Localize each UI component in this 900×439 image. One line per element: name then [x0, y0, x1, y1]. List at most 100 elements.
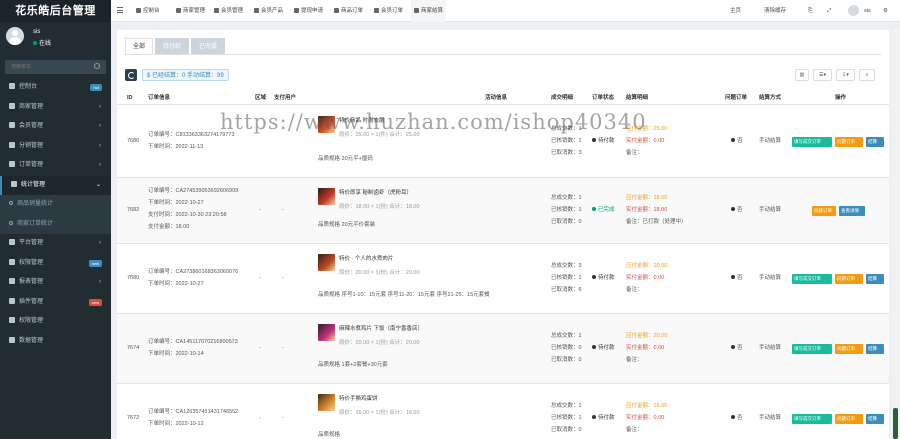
menu-badge: new [88, 298, 102, 306]
sidebar-item-5[interactable]: 统计管理 ⌄ [0, 175, 111, 195]
tab-2[interactable]: 已完成 [191, 38, 225, 54]
top-nav-label: 会员订单 [381, 8, 404, 14]
sidebar-item-12[interactable]: 权限管理 [0, 312, 111, 332]
order-id: 7680 [127, 275, 140, 281]
column-header-9[interactable]: 结算方式 [759, 91, 781, 105]
search-icon[interactable] [94, 63, 100, 69]
column-header-8[interactable]: 问题订单 [725, 91, 747, 105]
action-button-2[interactable]: 结算 [866, 273, 884, 284]
action-button-0[interactable]: 问题订单 [812, 205, 836, 216]
menu-icon [9, 317, 15, 323]
order-status-label: 待付款 [598, 345, 615, 351]
sidebar-item-2[interactable]: 会员管理 ‹ [0, 117, 111, 137]
sidebar-item-0[interactable]: 控制台 hot [0, 78, 111, 98]
sidebar-item-8[interactable]: 平台管理 ‹ [0, 234, 111, 254]
top-nav-item-5[interactable]: 商品订单 [331, 0, 366, 22]
action-button-1[interactable]: 问题订单 [835, 343, 863, 354]
sidebar-item-10[interactable]: 报表管理 ‹ [0, 273, 111, 293]
action-button-0[interactable]: 填写成交订单 [792, 343, 832, 354]
user-panel: sis 在线 [0, 22, 111, 57]
columns-toggle-button[interactable]: ▥ [795, 69, 809, 81]
chevron-icon: ‹ [99, 279, 101, 285]
action-button-1[interactable]: 问题订单 [835, 136, 863, 147]
sidebar-item-label: 控制台 [19, 84, 38, 90]
refresh-button[interactable] [125, 69, 137, 81]
settle-summary-button[interactable]: $ 已经结算：0 手动结算：99 [142, 69, 229, 81]
goods-name[interactable]: 特价手撕鸡蛋饼 [339, 394, 378, 402]
top-nav-item-4[interactable]: 提现申请 [291, 0, 326, 22]
order-id: 7672 [127, 415, 140, 421]
action-button-2[interactable]: 结算 [866, 413, 884, 424]
page-scrollbar[interactable] [892, 30, 900, 439]
tab-0[interactable]: 全部 [125, 38, 153, 54]
fullscreen-icon[interactable]: ⤢ [827, 0, 831, 22]
sidebar-item-1[interactable]: 商家管理 ‹ [0, 98, 111, 118]
action-button-1[interactable]: 查看详情 [839, 205, 865, 216]
action-button-0[interactable]: 填写成交订单 [792, 273, 832, 284]
hamburger-menu-icon[interactable] [117, 7, 123, 13]
menu-icon [9, 278, 15, 284]
order-time: 下单时间：2022-11-13 [148, 144, 204, 150]
sidebar-item-13[interactable]: 数据管理 [0, 332, 111, 352]
action-button-2[interactable]: 结算 [866, 136, 884, 147]
column-header-3[interactable]: 支付用户 [274, 91, 296, 105]
language-icon[interactable]: ⎘ [808, 0, 812, 22]
goods-thumbnail[interactable] [318, 254, 335, 271]
column-header-4[interactable]: 活动信息 [485, 91, 507, 105]
column-header-7[interactable]: 结算明细 [626, 91, 648, 105]
top-nav-item-3[interactable]: 会员产品 [251, 0, 286, 22]
top-navbar: 控制台 商家管理 会员管理 会员产品 提现申请 商品订单 会员订单 商家结算 主页 清除缓存 ⎘ ⤢ s… [111, 0, 900, 22]
user-status: 在线 [33, 38, 51, 47]
scrollbar-thumb[interactable] [893, 408, 898, 439]
app-title[interactable]: 花乐皓后台管理 [0, 0, 111, 22]
top-nav-item-1[interactable]: 商家管理 [173, 0, 208, 22]
sidebar-item-3[interactable]: 分销管理 ‹ [0, 137, 111, 157]
column-header-5[interactable]: 成交明细 [551, 91, 573, 105]
goods-thumbnail[interactable] [318, 394, 335, 411]
order-status: 待付款 [592, 343, 615, 354]
sidebar-item-9[interactable]: 权限管理 new [0, 254, 111, 274]
menu-badge: new [88, 259, 102, 267]
region-value: - [259, 275, 261, 281]
action-button-1[interactable]: 问题订单 [835, 273, 863, 284]
action-button-0[interactable]: 填写成交订单 [792, 413, 832, 424]
top-nav-right-1[interactable]: 清除缓存 [764, 0, 786, 22]
goods-name[interactable]: 麻辣水煮鸡片 下饭（南宁香香店） [339, 324, 423, 332]
top-user-name[interactable]: sis [864, 0, 871, 22]
sidebar-item-11[interactable]: 插件管理 new [0, 293, 111, 313]
column-header-6[interactable]: 订单状态 [592, 91, 614, 105]
tab-1[interactable]: 待付款 [155, 38, 189, 54]
problem-flag-label: 否 [737, 275, 743, 281]
goods-thumbnail[interactable] [318, 324, 335, 341]
order-number: 订单编号：CA126357451431746552 [148, 409, 239, 415]
column-header-10[interactable]: 操作 [835, 91, 846, 105]
action-button-1[interactable]: 问题订单 [835, 413, 863, 424]
top-nav-item-6[interactable]: 会员订单 [371, 0, 406, 22]
sidebar-item-4[interactable]: 订单管理 ‹ [0, 156, 111, 176]
column-header-1[interactable]: 订单信息 [148, 91, 170, 105]
top-nav-label: 提现申请 [301, 8, 324, 14]
top-nav-item-0[interactable]: 控制台 [133, 0, 163, 22]
column-header-0[interactable]: ID [127, 91, 133, 105]
columns-dropdown-button[interactable]: ☰▾ [813, 69, 832, 81]
deal-line: 已取消数：0 [551, 357, 582, 363]
action-button-0[interactable]: 填写成交订单 [792, 136, 832, 147]
settings-gear-icon[interactable]: ⚙ [883, 0, 888, 22]
top-nav-item-7[interactable]: 商家结算 [411, 0, 447, 22]
column-header-2[interactable]: 区域 [255, 91, 266, 105]
top-user-avatar[interactable] [848, 5, 859, 16]
sidebar-item-6[interactable]: 商品销量统计 [0, 195, 111, 215]
settle-line: 实付金额：0.00 [626, 138, 665, 144]
export-dropdown-button[interactable]: ⇩▾ [836, 69, 855, 81]
action-button-2[interactable]: 结算 [866, 343, 884, 354]
goods-name[interactable]: 特价即享 秘制卤虾（虎粉耳） [339, 188, 412, 196]
sidebar-search-input[interactable] [5, 60, 106, 74]
settle-line: 实付金额：0.00 [626, 345, 665, 351]
top-nav-item-2[interactable]: 会员管理 [211, 0, 246, 22]
sidebar-item-7[interactable]: 商家订单统计 [0, 214, 111, 234]
top-nav-right-0[interactable]: 主页 [730, 0, 741, 22]
table-search-button[interactable]: ⌕ [859, 69, 875, 81]
problem-dot-icon [731, 138, 735, 142]
goods-name[interactable]: 特价 · 个人的水煮肉片 [339, 254, 393, 262]
goods-thumbnail[interactable] [318, 188, 335, 205]
